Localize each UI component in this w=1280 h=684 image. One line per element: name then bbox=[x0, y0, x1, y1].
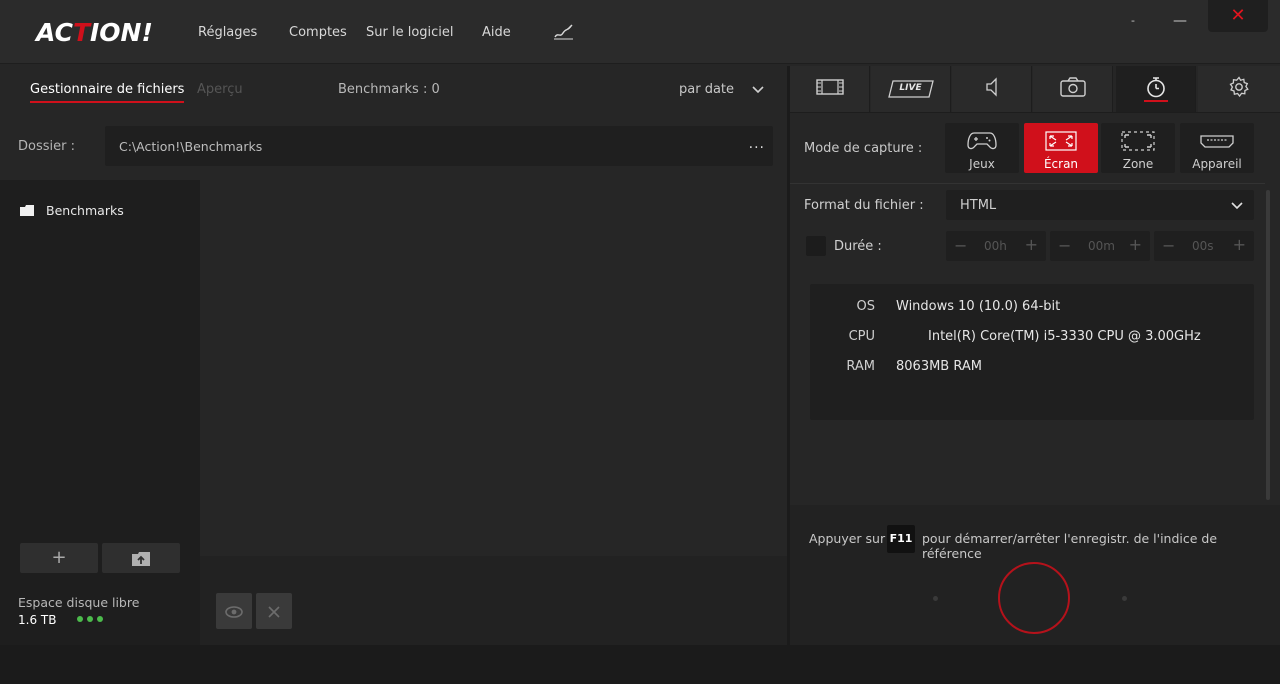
hotkey-hint-suffix: pour démarrer/arrêter l'enregistr. de l'… bbox=[922, 531, 1218, 561]
duration-checkbox[interactable] bbox=[806, 236, 826, 256]
active-tab-indicator bbox=[1144, 100, 1168, 102]
tab-benchmark[interactable] bbox=[1116, 66, 1196, 112]
browse-folder-button[interactable]: ... bbox=[749, 136, 765, 152]
tree-item-benchmarks[interactable]: Benchmarks bbox=[20, 203, 124, 219]
mode-games-button[interactable]: Jeux bbox=[945, 123, 1019, 173]
close-button[interactable]: ✕ bbox=[1208, 0, 1268, 32]
sysinfo-value-cpu: Intel(R) Core(TM) i5-3330 CPU @ 3.00GHz bbox=[928, 329, 1201, 344]
sysinfo-key-cpu: CPU bbox=[848, 329, 875, 344]
menu-about[interactable]: Sur le logiciel bbox=[366, 25, 454, 40]
mode-screen-button[interactable]: Écran bbox=[1024, 123, 1098, 173]
maximize-button[interactable]: — bbox=[1160, 8, 1200, 36]
folder-label: Dossier : bbox=[18, 139, 75, 154]
tree-item-label: Benchmarks bbox=[46, 203, 124, 218]
live-icon: LIVE bbox=[887, 80, 934, 98]
hours-value: 00h bbox=[984, 239, 1007, 253]
mode-area-button[interactable]: Zone bbox=[1101, 123, 1175, 173]
menu-accounts[interactable]: Comptes bbox=[289, 25, 347, 40]
mode-label: Zone bbox=[1122, 157, 1154, 171]
benchmark-count: Benchmarks : 0 bbox=[338, 82, 440, 97]
hdmi-icon bbox=[1180, 131, 1254, 157]
upload-folder-icon bbox=[132, 547, 150, 568]
seconds-value: 00s bbox=[1192, 239, 1214, 253]
signature-icon[interactable] bbox=[553, 23, 575, 45]
hotkey-hint-prefix: Appuyer sur bbox=[809, 531, 886, 546]
hours-stepper[interactable]: − 00h + bbox=[946, 231, 1046, 261]
file-format-select[interactable]: HTML bbox=[946, 190, 1254, 220]
mode-label: Appareil bbox=[1192, 157, 1242, 171]
minutes-value: 00m bbox=[1088, 239, 1115, 253]
menu-help[interactable]: Aide bbox=[482, 25, 511, 40]
hotkey-badge: F11 bbox=[887, 525, 915, 553]
capture-mode-label: Mode de capture : bbox=[804, 141, 923, 156]
mode-device-button[interactable]: Appareil bbox=[1180, 123, 1254, 173]
close-icon bbox=[267, 601, 281, 620]
disk-status-dot bbox=[97, 616, 103, 622]
gamepad-icon bbox=[945, 131, 1019, 157]
decrement-button[interactable]: − bbox=[1058, 236, 1071, 255]
delete-button[interactable] bbox=[256, 593, 292, 629]
disk-space-value: 1.6 TB bbox=[18, 613, 57, 627]
increment-button[interactable]: + bbox=[1129, 235, 1142, 254]
folder-icon bbox=[20, 204, 34, 219]
tab-file-manager[interactable]: Gestionnaire de fichiers bbox=[30, 82, 185, 103]
stopwatch-icon bbox=[1145, 76, 1167, 102]
settings-scrollbar[interactable] bbox=[1266, 190, 1270, 500]
camera-icon bbox=[1059, 77, 1086, 101]
title-bar: ACTION! Réglages Comptes Sur le logiciel… bbox=[0, 0, 1280, 64]
duration-label: Durée : bbox=[834, 239, 882, 254]
disk-status-dot bbox=[87, 616, 93, 622]
tab-audio[interactable] bbox=[952, 66, 1032, 112]
tab-bar-border bbox=[790, 112, 1280, 113]
fullscreen-icon bbox=[1024, 131, 1098, 157]
decrement-button[interactable]: − bbox=[954, 236, 967, 255]
app-logo: ACTION! bbox=[36, 18, 153, 47]
sysinfo-value-ram: 8063MB RAM bbox=[896, 359, 982, 374]
indicator-dot bbox=[1122, 596, 1127, 601]
sysinfo-key-os: OS bbox=[856, 299, 875, 314]
menu-settings[interactable]: Réglages bbox=[198, 25, 257, 40]
system-info-box: OS Windows 10 (10.0) 64-bit CPU Intel(R)… bbox=[810, 284, 1254, 420]
mode-label: Écran bbox=[1043, 157, 1079, 171]
disk-space-label: Espace disque libre bbox=[18, 595, 140, 610]
indicator-dot bbox=[933, 596, 938, 601]
minutes-stepper[interactable]: − 00m + bbox=[1050, 231, 1150, 261]
folder-tree: Benchmarks bbox=[0, 180, 200, 645]
minimize-button[interactable]: - bbox=[1113, 8, 1153, 36]
preview-button[interactable] bbox=[216, 593, 252, 629]
chevron-down-icon bbox=[1230, 198, 1244, 216]
mode-label: Jeux bbox=[969, 157, 995, 171]
tab-video[interactable] bbox=[790, 66, 870, 112]
sysinfo-value-os: Windows 10 (10.0) 64-bit bbox=[896, 299, 1061, 314]
sort-dropdown[interactable]: par date bbox=[679, 82, 734, 97]
gear-icon bbox=[1228, 76, 1250, 102]
sysinfo-key-ram: RAM bbox=[846, 359, 875, 374]
folder-path-field[interactable]: C:\Action!\Benchmarks ... bbox=[105, 126, 773, 166]
record-button[interactable] bbox=[998, 562, 1070, 634]
decrement-button[interactable]: − bbox=[1162, 236, 1175, 255]
add-folder-button[interactable]: + bbox=[20, 543, 98, 573]
speaker-icon bbox=[983, 77, 1001, 101]
film-icon bbox=[815, 78, 844, 100]
increment-button[interactable]: + bbox=[1025, 235, 1038, 254]
status-bar bbox=[0, 645, 1280, 684]
tab-preview[interactable]: Aperçu bbox=[197, 82, 243, 97]
tab-settings[interactable] bbox=[1198, 66, 1280, 112]
disk-status-dot bbox=[77, 616, 83, 622]
increment-button[interactable]: + bbox=[1233, 235, 1246, 254]
tab-live[interactable]: LIVE bbox=[871, 66, 951, 112]
seconds-stepper[interactable]: − 00s + bbox=[1154, 231, 1254, 261]
area-icon bbox=[1101, 131, 1175, 157]
file-format-label: Format du fichier : bbox=[804, 198, 924, 213]
eye-icon bbox=[224, 601, 244, 620]
upload-button[interactable] bbox=[102, 543, 180, 573]
file-format-value: HTML bbox=[960, 198, 997, 213]
folder-path: C:\Action!\Benchmarks bbox=[119, 139, 263, 154]
chevron-down-icon[interactable] bbox=[751, 82, 765, 100]
file-list-area bbox=[200, 180, 787, 556]
tab-screenshot[interactable] bbox=[1033, 66, 1113, 112]
